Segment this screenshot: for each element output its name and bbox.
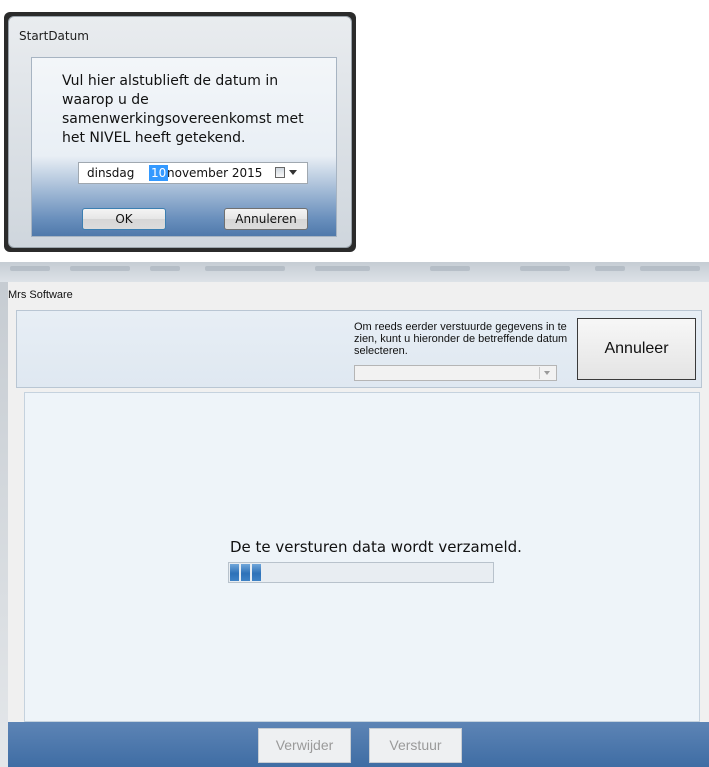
main-content-panel — [24, 392, 700, 722]
date-weekday[interactable]: dinsdag — [87, 163, 134, 183]
sent-date-dropdown-button[interactable] — [539, 367, 555, 379]
progress-segment — [252, 564, 261, 581]
cancel-button[interactable]: Annuleren — [224, 208, 308, 230]
dialog-frame: StartDatum Vul hier alstublieft de datum… — [8, 16, 352, 248]
progress-bar — [228, 562, 494, 583]
date-picker[interactable]: dinsdag 10 november 2015 — [78, 162, 308, 184]
date-day-selected[interactable]: 10 — [149, 165, 169, 181]
progress-fill — [230, 564, 261, 581]
progress-segment — [230, 564, 239, 581]
status-text: De te versturen data wordt verzameld. — [230, 538, 522, 556]
info-text: Om reeds eerder verstuurde gegevens in t… — [354, 321, 568, 357]
date-dropdown-button[interactable] — [275, 166, 301, 180]
annuleer-button[interactable]: Annuleer — [577, 318, 696, 380]
footer-bar — [8, 722, 709, 767]
date-month-year[interactable]: november 2015 — [167, 163, 262, 183]
calendar-icon — [275, 167, 285, 178]
dialog-title: StartDatum — [19, 29, 89, 43]
dialog-message: Vul hier alstublieft de datum in waarop … — [62, 73, 304, 146]
startdatum-dialog: StartDatum Vul hier alstublieft de datum… — [4, 12, 356, 252]
progress-segment — [241, 564, 250, 581]
window-title: Mrs Software — [8, 289, 73, 301]
verstuur-button[interactable]: Verstuur — [369, 728, 462, 763]
window-left-edge — [0, 282, 8, 767]
sent-date-select[interactable] — [354, 365, 557, 381]
chevron-down-icon — [289, 170, 297, 175]
chevron-down-icon — [544, 371, 550, 375]
ok-button[interactable]: OK — [82, 208, 166, 230]
verwijder-button[interactable]: Verwijder — [258, 728, 351, 763]
background-window-strip — [0, 262, 709, 282]
dialog-client-area: Vul hier alstublieft de datum in waarop … — [31, 57, 337, 237]
